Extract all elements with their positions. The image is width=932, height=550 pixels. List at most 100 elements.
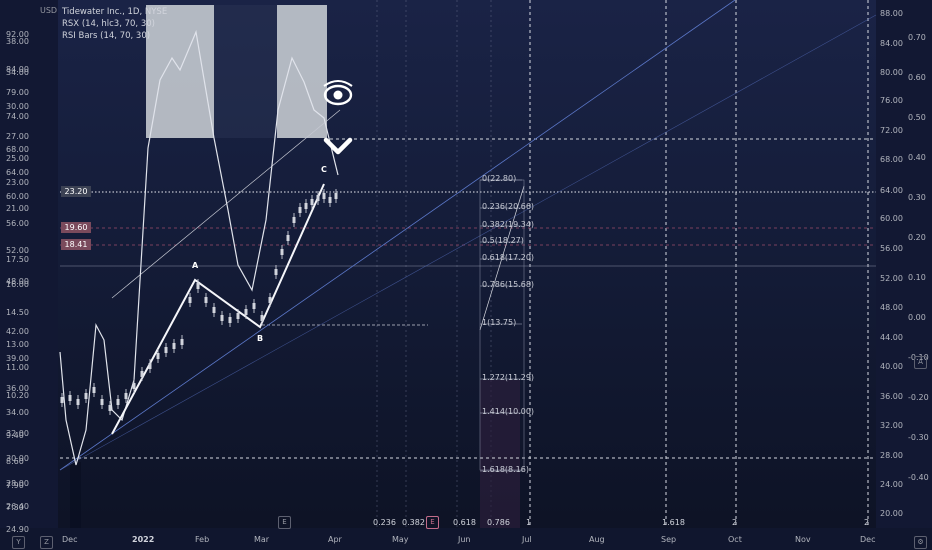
left-tick-label: 23.00: [6, 178, 29, 187]
time-axis-label: Sep: [661, 535, 677, 544]
left-tick-label: 11.00: [6, 363, 29, 372]
candle-body: [196, 283, 200, 289]
candle-body: [108, 405, 112, 411]
y-axis-toggle[interactable]: Y: [12, 536, 25, 549]
left-tick-label: 34.00: [6, 68, 29, 77]
candle-body: [298, 207, 302, 213]
left-tick-label: 52.00: [6, 246, 29, 255]
candle-body: [100, 399, 104, 405]
candle-body: [228, 317, 232, 323]
rsi-band-2: [277, 5, 327, 138]
left-tick-label: 10.20: [6, 391, 29, 400]
right-tick-label: 0.00: [908, 313, 926, 322]
candle-body: [334, 193, 338, 199]
right-axis-toggle[interactable]: A: [914, 356, 927, 369]
left-tick-label: 74.00: [6, 112, 29, 121]
time-fib-label: 1: [526, 518, 532, 527]
time-axis-label: 2022: [132, 535, 155, 544]
candle-body: [92, 387, 96, 393]
candle-body: [280, 249, 284, 255]
time-axis-label: Nov: [795, 535, 811, 544]
candle-body: [268, 297, 272, 303]
eye-icon[interactable]: [323, 80, 353, 106]
event-marker-icon[interactable]: E: [278, 516, 291, 529]
candle-body: [172, 343, 176, 349]
candle-body: [316, 195, 320, 201]
chevron-down-icon[interactable]: [323, 137, 353, 155]
left-tick-label: 7.30: [6, 503, 24, 512]
left-tick-label: 42.00: [6, 327, 29, 336]
right-tick-label: 0.40: [908, 153, 926, 162]
left-tick-label: 39.00: [6, 354, 29, 363]
fib-level-label: 0.618(17.20): [482, 253, 535, 262]
price-badge: 18.41: [61, 239, 91, 250]
right-tick-label: 56.00: [880, 244, 903, 253]
rsi-bands: [70, 5, 520, 528]
left-tick-label: 25.00: [6, 154, 29, 163]
fib-level-label: 0(22.80): [482, 174, 517, 183]
candle-body: [132, 383, 136, 389]
z-axis-toggle[interactable]: Z: [40, 536, 53, 549]
left-tick-label: 30.00: [6, 102, 29, 111]
time-fib-label: 0.236: [373, 518, 396, 527]
candle-body: [244, 309, 248, 315]
fib-extension-zone: [480, 380, 520, 528]
wave-point-label: B: [257, 334, 264, 343]
candle-body: [260, 315, 264, 321]
right-tick-label: 0.30: [908, 193, 926, 202]
time-fib-label: 0.786: [487, 518, 510, 527]
indicator-rsx[interactable]: RSX (14, hlc3, 70, 30): [62, 19, 155, 29]
right-tick-label: -0.30: [908, 433, 929, 442]
right-tick-label: 28.00: [880, 451, 903, 460]
candle-body: [140, 371, 144, 377]
time-fib-label: 0.382: [402, 518, 425, 527]
currency-label[interactable]: USD: [40, 6, 57, 15]
time-axis-label: Feb: [195, 535, 210, 544]
candle-body: [156, 353, 160, 359]
wave-point-label: C: [321, 165, 327, 174]
right-tick-label: 52.00: [880, 274, 903, 283]
right-tick-label: 72.00: [880, 126, 903, 135]
candle-body: [148, 363, 152, 369]
right-tick-label: 76.00: [880, 96, 903, 105]
right-tick-label: 40.00: [880, 362, 903, 371]
right-tick-label: -0.20: [908, 393, 929, 402]
left-tick-label: 34.00: [6, 408, 29, 417]
right-tick-label: 0.50: [908, 113, 926, 122]
right-tick-label: 20.00: [880, 509, 903, 518]
time-fib-label: 1.618: [662, 518, 685, 527]
left-tick-label: 32.00: [6, 429, 29, 438]
candle-body: [188, 297, 192, 303]
left-tick-label: 17.50: [6, 255, 29, 264]
chart-canvas[interactable]: [0, 0, 932, 550]
left-tick-label: 21.00: [6, 204, 29, 213]
candle-body: [304, 203, 308, 209]
candle-body: [328, 197, 332, 203]
candle-body: [116, 399, 120, 405]
rsi-band-gap: [214, 5, 277, 138]
time-axis-label: Mar: [254, 535, 270, 544]
fib-level-label: 1.272(11.29): [482, 373, 535, 382]
right-tick-label: 44.00: [880, 333, 903, 342]
fib-level-label: 0.236(20.66): [482, 202, 535, 211]
wave-point-label: A: [192, 261, 199, 270]
right-tick-label: 0.70: [908, 33, 926, 42]
candle-body: [84, 393, 88, 399]
left-tick-label: 27.00: [6, 132, 29, 141]
left-tick-label: 7.90: [6, 481, 24, 490]
time-fib-label: 2: [732, 518, 738, 527]
settings-gear-icon[interactable]: ⚙: [914, 536, 927, 549]
left-tick-label: 68.00: [6, 145, 29, 154]
right-tick-label: 36.00: [880, 392, 903, 401]
left-tick-label: 60.00: [6, 192, 29, 201]
symbol-title[interactable]: Tidewater Inc., 1D, NYSE: [62, 7, 167, 17]
right-tick-label: 84.00: [880, 39, 903, 48]
event-marker-icon-2[interactable]: E: [426, 516, 439, 529]
right-tick-label: 0.60: [908, 73, 926, 82]
indicator-rsi-bars[interactable]: RSI Bars (14, 70, 30): [62, 31, 150, 41]
left-tick-label: 24.90: [6, 525, 29, 534]
left-tick-label: 56.00: [6, 219, 29, 228]
candle-body: [60, 397, 64, 403]
left-tick-label: 13.00: [6, 340, 29, 349]
left-axis-bg: [0, 0, 58, 550]
